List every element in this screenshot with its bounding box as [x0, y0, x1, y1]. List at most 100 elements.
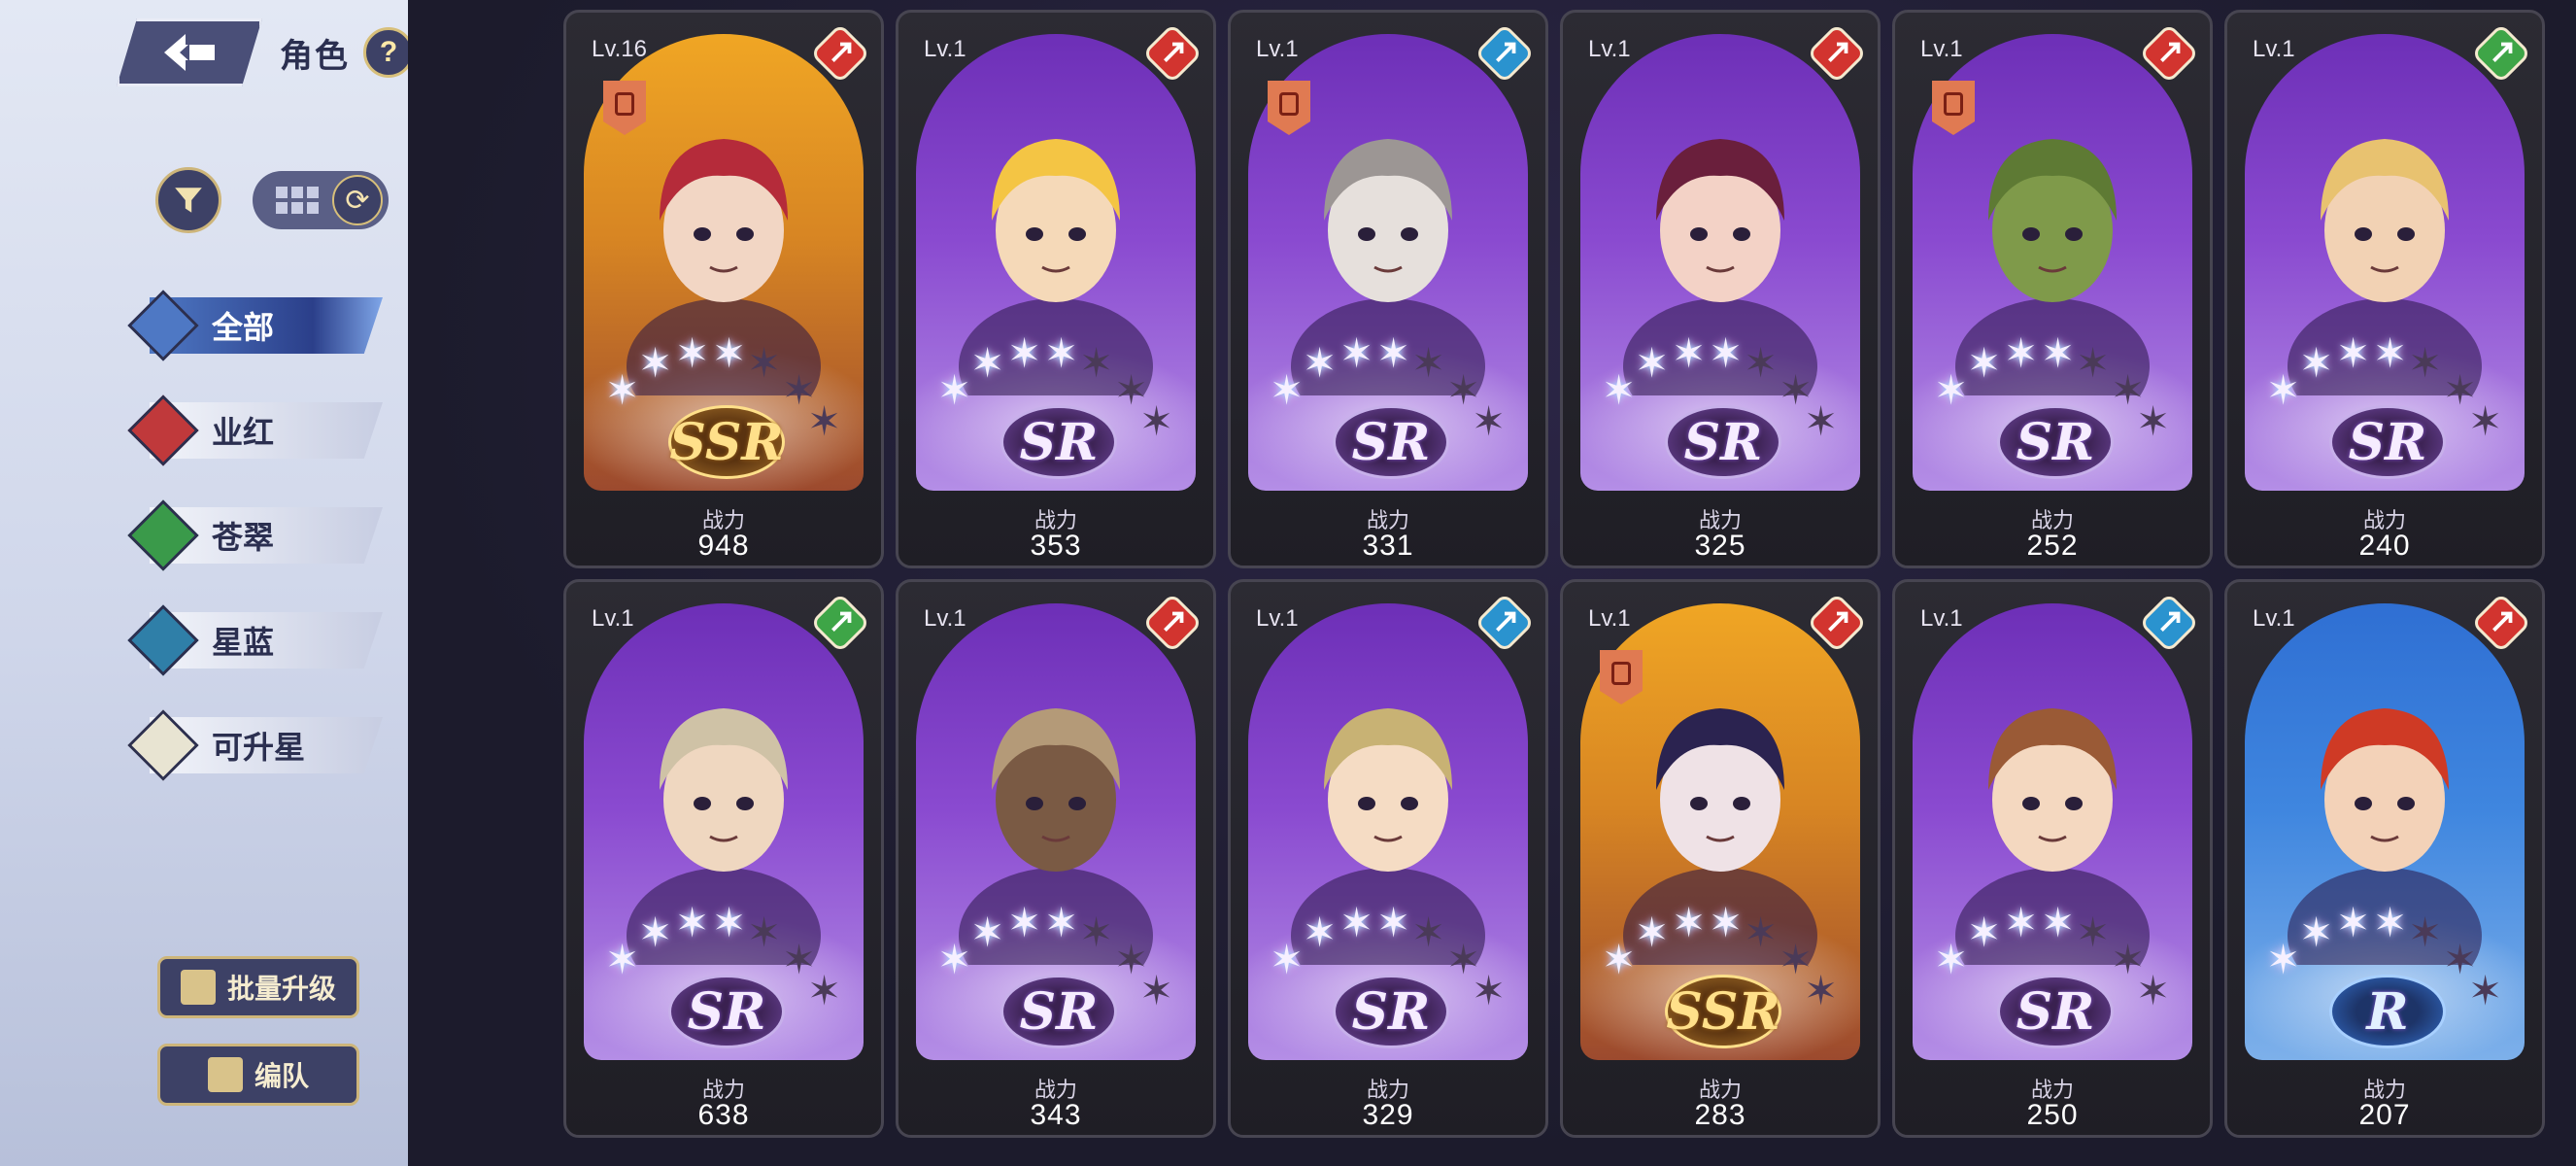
character-card[interactable]: Lv.1 ✶ ✶ ✶ ✶ ✶ ✶ ✶ R 战力 207 — [2224, 579, 2545, 1138]
star-empty-icon: ✶ — [1744, 340, 1779, 386]
star-filled-icon: ✶ — [638, 340, 673, 386]
star-empty-icon: ✶ — [747, 340, 782, 386]
level-label: Lv.1 — [924, 605, 966, 632]
rarity-text: SR — [2016, 412, 2095, 472]
star-filled-icon: ✶ — [1635, 909, 1670, 955]
rarity-badge: SR — [1665, 401, 1781, 483]
category-upgradable[interactable]: 可升星 — [127, 709, 383, 781]
level-label: Lv.1 — [1256, 605, 1299, 632]
power-value: 207 — [2358, 1099, 2411, 1131]
help-button[interactable]: ? — [363, 27, 414, 78]
category-red[interactable]: 业红 — [127, 394, 383, 466]
star-filled-icon: ✶ — [2004, 330, 2039, 376]
level-label: Lv.1 — [1256, 36, 1299, 62]
category-green[interactable]: 苍翠 — [127, 499, 383, 571]
level-label: Lv.1 — [1588, 605, 1631, 632]
rarity-text: SR — [1683, 412, 1763, 472]
filter-row: ⟳ — [155, 167, 389, 233]
view-toggle[interactable]: ⟳ — [253, 171, 389, 229]
star-filled-icon: ✶ — [1303, 340, 1338, 386]
power-value: 353 — [1030, 530, 1082, 562]
star-filled-icon: ✶ — [712, 900, 747, 945]
star-empty-icon: ✶ — [2468, 398, 2503, 444]
star-empty-icon: ✶ — [1744, 909, 1779, 955]
level-label: Lv.1 — [1920, 605, 1963, 632]
character-card[interactable]: Lv.1 ✶ ✶ ✶ ✶ ✶ ✶ ✶ SR 战力 329 — [1228, 579, 1548, 1138]
star-filled-icon: ✶ — [2266, 367, 2301, 413]
star-filled-icon: ✶ — [1303, 909, 1338, 955]
star-filled-icon: ✶ — [1376, 900, 1411, 945]
character-card[interactable]: Lv.1 ✶ ✶ ✶ ✶ ✶ ✶ ✶ SR 战力 638 — [563, 579, 884, 1138]
star-filled-icon: ✶ — [1376, 330, 1411, 376]
rarity-badge: SR — [1333, 401, 1449, 483]
star-filled-icon: ✶ — [2373, 900, 2408, 945]
star-filled-icon: ✶ — [2373, 330, 2408, 376]
star-empty-icon: ✶ — [1804, 968, 1839, 1013]
category-label: 业红 — [212, 415, 275, 450]
star-filled-icon: ✶ — [1967, 340, 2002, 386]
rarity-badge: SR — [1997, 401, 2114, 483]
rarity-badge: SR — [1333, 971, 1449, 1052]
star-filled-icon: ✶ — [970, 340, 1005, 386]
power-value: 283 — [1694, 1099, 1746, 1131]
category-all[interactable]: 全部 — [127, 290, 383, 361]
star-filled-icon: ✶ — [1672, 900, 1707, 945]
star-filled-icon: ✶ — [605, 937, 640, 982]
star-filled-icon: ✶ — [2266, 937, 2301, 982]
star-filled-icon: ✶ — [1709, 330, 1744, 376]
character-card[interactable]: Lv.1 ✶ ✶ ✶ ✶ ✶ ✶ ✶ SR 战力 252 — [1892, 10, 2213, 568]
power-value: 250 — [2026, 1099, 2079, 1131]
star-empty-icon: ✶ — [1472, 398, 1507, 444]
star-empty-icon: ✶ — [747, 909, 782, 955]
category-label: 全部 — [212, 310, 275, 345]
page-title: 角色 — [280, 37, 350, 75]
back-button[interactable] — [117, 18, 262, 86]
filter-button[interactable] — [155, 167, 221, 233]
star-filled-icon: ✶ — [937, 937, 972, 982]
level-label: Lv.16 — [592, 36, 647, 62]
star-empty-icon: ✶ — [1139, 968, 1174, 1013]
team-label: 编队 — [254, 1061, 309, 1091]
power-value: 343 — [1030, 1099, 1082, 1131]
rarity-badge: SR — [1000, 401, 1117, 483]
character-card[interactable]: Lv.16 ✶ ✶ ✶ ✶ ✶ ✶ ✶ SSR 战力 948 — [563, 10, 884, 568]
star-filled-icon: ✶ — [1672, 330, 1707, 376]
star-filled-icon: ✶ — [1007, 330, 1042, 376]
star-filled-icon: ✶ — [1635, 340, 1670, 386]
star-empty-icon: ✶ — [2136, 398, 2171, 444]
category-blue[interactable]: 星蓝 — [127, 604, 383, 676]
star-empty-icon: ✶ — [1411, 340, 1446, 386]
rarity-text: SSR — [669, 412, 784, 472]
character-card[interactable]: Lv.1 ✶ ✶ ✶ ✶ ✶ ✶ ✶ SR 战力 331 — [1228, 10, 1548, 568]
star-filled-icon: ✶ — [2004, 900, 2039, 945]
character-card[interactable]: Lv.1 ✶ ✶ ✶ ✶ ✶ ✶ ✶ SR 战力 353 — [896, 10, 1216, 568]
star-filled-icon: ✶ — [937, 367, 972, 413]
category-label: 苍翠 — [212, 520, 275, 555]
star-filled-icon: ✶ — [1967, 909, 2002, 955]
star-filled-icon: ✶ — [1007, 900, 1042, 945]
team-button[interactable]: 编队 — [157, 1044, 359, 1106]
star-filled-icon: ✶ — [1709, 900, 1744, 945]
batch-upgrade-button[interactable]: 批量升级 — [157, 956, 359, 1018]
star-filled-icon: ✶ — [1270, 937, 1305, 982]
level-label: Lv.1 — [592, 605, 634, 632]
character-card[interactable]: Lv.1 ✶ ✶ ✶ ✶ ✶ ✶ ✶ SR 战力 240 — [2224, 10, 2545, 568]
batch-upgrade-label: 批量升级 — [226, 974, 336, 1004]
character-card[interactable]: Lv.1 ✶ ✶ ✶ ✶ ✶ ✶ ✶ SR 战力 343 — [896, 579, 1216, 1138]
star-empty-icon: ✶ — [2408, 340, 2443, 386]
star-empty-icon: ✶ — [1139, 398, 1174, 444]
rarity-badge: SSR — [1665, 971, 1781, 1052]
rarity-text: SR — [1351, 981, 1431, 1042]
star-filled-icon: ✶ — [675, 330, 710, 376]
character-card[interactable]: Lv.1 ✶ ✶ ✶ ✶ ✶ ✶ ✶ SSR 战力 283 — [1560, 579, 1881, 1138]
team-icon — [207, 1057, 243, 1092]
level-label: Lv.1 — [924, 36, 966, 62]
star-filled-icon: ✶ — [675, 900, 710, 945]
star-filled-icon: ✶ — [2299, 909, 2334, 955]
character-card[interactable]: Lv.1 ✶ ✶ ✶ ✶ ✶ ✶ ✶ SR 战力 250 — [1892, 579, 2213, 1138]
back-arrow-icon — [164, 34, 215, 71]
upgrade-icon — [180, 970, 216, 1005]
character-card[interactable]: Lv.1 ✶ ✶ ✶ ✶ ✶ ✶ ✶ SR 战力 325 — [1560, 10, 1881, 568]
refresh-icon[interactable]: ⟳ — [332, 175, 383, 225]
rarity-text: R — [2366, 981, 2409, 1042]
